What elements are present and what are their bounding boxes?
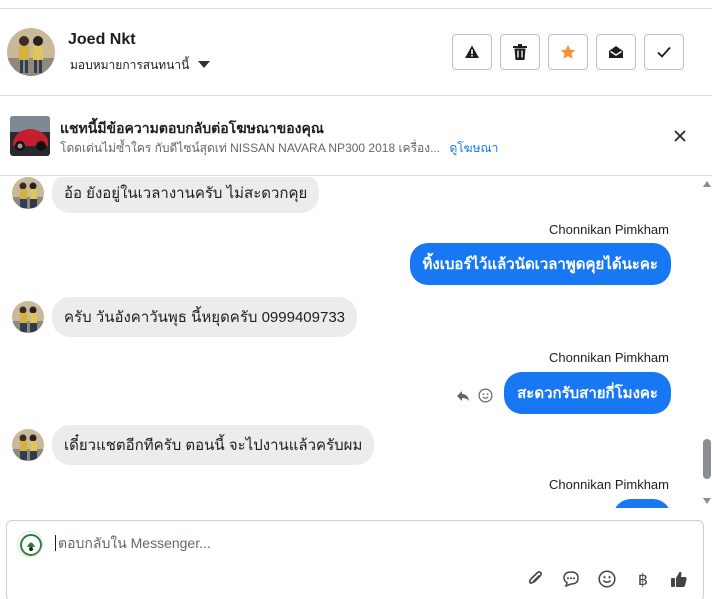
mark-unread-button[interactable] (596, 34, 636, 70)
message-hover-tools (456, 388, 493, 403)
composer-toolbar: ฿ (525, 569, 689, 589)
scroll-down-arrow-icon[interactable] (703, 498, 711, 504)
sender-name: Chonnikan Pimkham (549, 222, 669, 237)
reply-icon[interactable] (456, 390, 470, 402)
incoming-message: อ้อ ยังอยู่ในเวลางานครับ ไม่สะดวกคุย (12, 177, 320, 213)
message-bubble-outgoing[interactable] (613, 499, 671, 508)
payment-button[interactable]: ฿ (633, 569, 653, 589)
send-like-button[interactable] (669, 569, 689, 589)
sender-name: Chonnikan Pimkham (549, 350, 669, 365)
delete-button[interactable] (500, 34, 540, 70)
trash-icon (513, 44, 527, 60)
chat-bubble-icon (563, 571, 579, 588)
scroll-up-arrow-icon[interactable] (703, 181, 711, 187)
contact-avatar-small[interactable] (12, 177, 44, 209)
scroll-thumb[interactable] (703, 439, 711, 479)
contact-avatar-small[interactable] (12, 429, 44, 461)
emoji-icon (598, 570, 616, 588)
ad-reply-banner: แชทนี้มีข้อความตอบกลับต่อโฆษณาของคุณ โดด… (0, 96, 712, 176)
message-thread[interactable]: อ้อ ยังอยู่ในเวลางานครับ ไม่สะดวกคุย Cho… (0, 177, 712, 508)
incoming-message: เดี๋ยวแชตอีกทีครับ ตอนนี้ จะไปงานแล้วครั… (12, 425, 375, 465)
baht-icon: ฿ (637, 569, 649, 589)
contact-name[interactable]: Joed Nkt (68, 31, 136, 49)
ad-banner-title: แชทนี้มีข้อความตอบกลับต่อโฆษณาของคุณ (60, 120, 324, 136)
ad-description: โดดเด่นไม่ซ้ำใคร กับดีไซน์สุดเท่ NISSAN … (60, 141, 441, 155)
ad-banner-subtitle: โดดเด่นไม่ซ้ำใคร กับดีไซน์สุดเท่ NISSAN … (60, 139, 498, 158)
mark-done-button[interactable] (644, 34, 684, 70)
alert-icon (465, 45, 479, 58)
view-ad-link[interactable]: ดูโฆษณา (449, 141, 498, 155)
attach-file-button[interactable] (525, 569, 545, 589)
reply-input[interactable] (55, 535, 675, 551)
mark-unread-icon (609, 46, 623, 58)
message-bubble[interactable]: ครับ วันอังคาวันพุธ นี้หยุดครับ 09994097… (52, 297, 358, 337)
assign-conversation-dropdown[interactable]: มอบหมายการสนทนานี้ (70, 56, 211, 75)
sender-name: Chonnikan Pimkham (549, 477, 669, 492)
page-avatar (17, 531, 43, 557)
incoming-message: ครับ วันอังคาวันพุธ นี้หยุดครับ 09994097… (12, 297, 358, 337)
star-icon (560, 44, 576, 59)
close-banner-button[interactable] (670, 126, 690, 146)
emoji-button[interactable] (597, 569, 617, 589)
paperclip-icon (528, 571, 542, 584)
message-composer: ฿ (6, 520, 704, 599)
contact-avatar[interactable] (7, 28, 55, 76)
emoji-react-icon[interactable] (478, 388, 493, 403)
message-bubble-outgoing[interactable]: ทิ้งเบอร์ไว้แล้วนัดเวลาพูดคุยได้นะคะ (409, 243, 671, 285)
conversation-header: Joed Nkt มอบหมายการสนทนานี้ (0, 8, 712, 96)
close-icon (674, 130, 686, 142)
saved-replies-button[interactable] (561, 569, 581, 589)
checkmark-icon (657, 46, 671, 58)
report-spam-button[interactable] (452, 34, 492, 70)
message-bubble[interactable]: อ้อ ยังอยู่ในเวลางานครับ ไม่สะดวกคุย (52, 177, 320, 213)
messenger-conversation: Joed Nkt มอบหมายการสนทนานี้ แชทนี้มีข้อค… (0, 0, 712, 599)
caret-down-icon (198, 61, 211, 68)
thumbs-up-icon (671, 571, 687, 587)
star-button[interactable] (548, 34, 588, 70)
message-bubble[interactable]: เดี๋ยวแชตอีกทีครับ ตอนนี้ จะไปงานแล้วครั… (52, 425, 375, 465)
message-bubble-outgoing[interactable]: สะดวกรับสายกี่โมงคะ (504, 372, 671, 414)
assign-label: มอบหมายการสนทนานี้ (70, 58, 190, 72)
conversation-actions (452, 34, 684, 70)
thread-scrollbar[interactable] (700, 177, 712, 508)
contact-avatar-small[interactable] (12, 301, 44, 333)
ad-thumbnail[interactable] (10, 116, 50, 156)
